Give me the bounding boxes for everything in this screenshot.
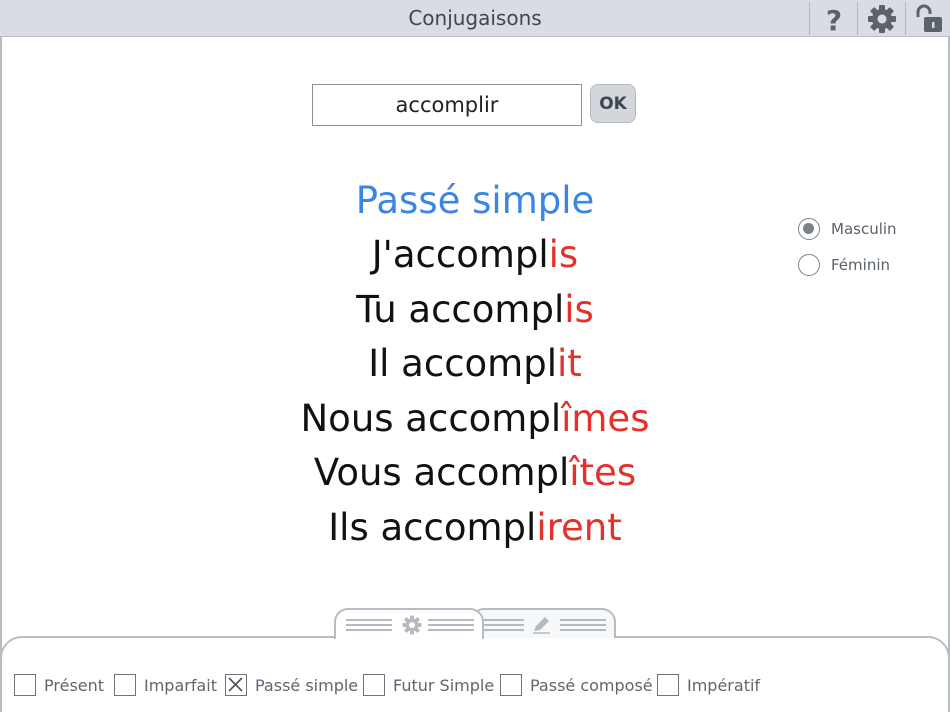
verb-ending: îmes: [561, 396, 650, 440]
help-icon: ?: [826, 5, 842, 33]
radio-label: Féminin: [831, 256, 890, 274]
toolbar-divider: [857, 2, 858, 35]
checkbox-checked[interactable]: [225, 674, 247, 696]
checkbox-imperatif[interactable]: Impératif: [657, 674, 760, 696]
verb-stem: J'accompl: [371, 233, 549, 276]
verb-stem: Nous accompl: [300, 396, 562, 440]
verb-ending: it: [556, 342, 582, 385]
checkbox-label: Imparfait: [144, 675, 217, 695]
radio-feminin[interactable]: Féminin: [798, 254, 890, 276]
tab-notes[interactable]: [470, 608, 616, 638]
conjugation-table: Passé simple J'accomplis Tu accomplis Il…: [230, 174, 720, 555]
check-x-icon: [228, 677, 243, 692]
checkbox-label: Passé simple: [255, 675, 359, 695]
radio-masculin[interactable]: Masculin: [798, 218, 897, 240]
ok-button[interactable]: OK: [590, 84, 636, 123]
unlocked-padlock-icon: [916, 4, 942, 32]
conjugation-line: J'accomplis: [230, 228, 720, 283]
tense-title: Passé simple: [355, 179, 595, 222]
checkbox-label: Présent: [44, 675, 105, 695]
verb-ending: is: [564, 287, 594, 331]
window-title: Conjugaisons: [408, 6, 542, 30]
conjugation-line: Tu accomplis: [230, 283, 720, 338]
checkbox[interactable]: [500, 674, 522, 696]
verb-ending: is: [548, 233, 579, 276]
checkbox-futur-simple[interactable]: Futur Simple: [363, 674, 494, 696]
conjugation-line: Vous accomplîtes: [230, 446, 720, 501]
checkbox-present[interactable]: Présent: [14, 674, 104, 696]
radio-button[interactable]: [798, 254, 820, 276]
toolbar-divider: [809, 2, 810, 35]
lock-button[interactable]: [906, 2, 950, 35]
checkbox[interactable]: [363, 674, 385, 696]
verb-ending: irent: [536, 505, 622, 549]
checkbox[interactable]: [14, 674, 36, 696]
checkbox[interactable]: [114, 674, 136, 696]
verb-stem: Vous accompl: [313, 451, 570, 494]
checkbox-imparfait[interactable]: Imparfait: [114, 674, 217, 696]
gear-icon: [402, 615, 422, 635]
conjugation-line: Nous accomplîmes: [230, 392, 720, 447]
checkbox-label: Futur Simple: [393, 675, 495, 695]
settings-button[interactable]: [860, 2, 904, 35]
help-button[interactable]: ?: [812, 2, 856, 35]
checkbox-label: Passé composé: [530, 675, 653, 695]
checkbox-passe-simple[interactable]: Passé simple: [225, 674, 358, 696]
tab-joint: [336, 635, 482, 639]
checkbox-label: Impératif: [687, 675, 761, 695]
conjugation-line: Il accomplit: [230, 337, 720, 392]
radio-button[interactable]: [798, 218, 820, 240]
gear-icon: [868, 4, 896, 33]
frame-border-left: [0, 37, 2, 712]
verb-ending: îtes: [569, 451, 637, 494]
verb-stem: Ils accompl: [328, 505, 537, 549]
title-bar: Conjugaisons ?: [0, 0, 950, 37]
checkbox[interactable]: [657, 674, 679, 696]
pencil-icon: [533, 617, 550, 634]
svg-text:?: ?: [826, 5, 842, 33]
verb-stem: Il accompl: [368, 342, 557, 385]
verb-input[interactable]: [312, 84, 582, 126]
checkbox-passe-compose[interactable]: Passé composé: [500, 674, 653, 696]
conjugation-line: Ils accomplirent: [230, 501, 720, 556]
radio-label: Masculin: [831, 220, 897, 238]
verb-stem: Tu accompl: [356, 287, 565, 331]
